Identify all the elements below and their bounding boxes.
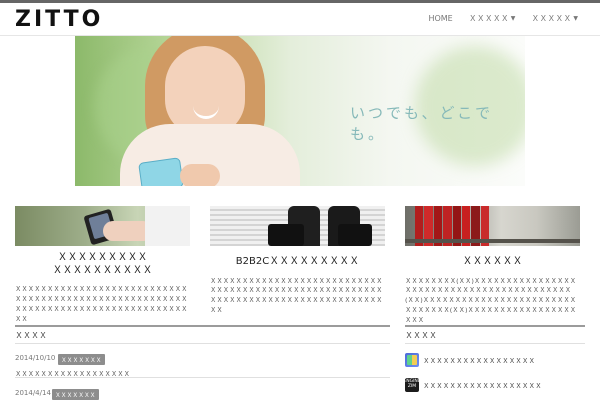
link-item[interactable]: ENGINE ZIM ＸＸＸＸＸＸＸＸＸＸＸＸＸＸＸＸＸＸ [405, 378, 542, 392]
app-icon [405, 353, 419, 367]
news-section-rule [15, 325, 390, 327]
news-category-badge: ＸＸＸＸＸＸＸ [58, 354, 105, 365]
feature-column-3: ＸＸＸＸＸＸ ＸＸＸＸＸＸＸＸ(ＸＸ)ＸＸＸＸＸＸＸＸＸＸＸＸＸＸＸＸＸＸＸＸＸ… [405, 206, 580, 326]
smartphone-icon [138, 157, 184, 186]
feature-3-image [405, 206, 580, 246]
feature-1-body: ＸＸＸＸＸＸＸＸＸＸＸＸＸＸＸＸＸＸＸＸＸＸＸＸＸＸＸＸＸＸＸＸＸＸＸＸＸＸＸＸ… [15, 285, 188, 323]
news-category-badge: ＸＸＸＸＸＸＸ [52, 389, 99, 400]
link-item[interactable]: ＸＸＸＸＸＸＸＸＸＸＸＸＸＸＸＸＸ [405, 353, 535, 367]
briefcase-icon [338, 224, 372, 246]
news-date: 2014/10/10 [15, 354, 56, 362]
feature-column-1: ＸＸＸＸＸＸＸＸＸ ＸＸＸＸＸＸＸＸＸＸ ＸＸＸＸＸＸＸＸＸＸＸＸＸＸＸＸＸＸＸ… [15, 206, 190, 325]
feature-1-image [15, 206, 190, 246]
site-logo[interactable]: ZITTO [15, 7, 103, 32]
chevron-down-icon: ▼ [573, 15, 578, 22]
hero-caption: いつでも、どこでも。 [350, 104, 494, 143]
news-divider [15, 377, 390, 378]
news-divider [15, 343, 390, 344]
feature-3-body: ＸＸＸＸＸＸＸＸ(ＸＸ)ＸＸＸＸＸＸＸＸＸＸＸＸＸＸＸＸＸＸＸＸＸＸＸＸＸＸＸＸ… [405, 276, 577, 325]
sleeve-image [145, 206, 190, 246]
site-header: ZITTO HOME ＸＸＸＸＸ ▼ ＸＸＸＸＸ ▼ [0, 3, 600, 36]
link-item-label: ＸＸＸＸＸＸＸＸＸＸＸＸＸＸＸＸＸ [423, 357, 536, 365]
nav-menu-2-label: ＸＸＸＸＸ [531, 14, 572, 23]
hand-image [180, 164, 220, 186]
main-nav: HOME ＸＸＸＸＸ ▼ ＸＸＸＸＸ ▼ [428, 13, 578, 24]
feature-2-title: B2B2CＸＸＸＸＸＸＸＸＸ [235, 256, 360, 267]
feature-3-title: ＸＸＸＸＸＸ [462, 256, 523, 267]
feature-2-image [210, 206, 385, 246]
nav-menu-2[interactable]: ＸＸＸＸＸ ▼ [531, 13, 578, 24]
hero-banner: いつでも、どこでも。 [75, 36, 525, 186]
feature-2-body: ＸＸＸＸＸＸＸＸＸＸＸＸＸＸＸＸＸＸＸＸＸＸＸＸＸＸＸＸＸＸＸＸＸＸＸＸＸＸＸＸ… [210, 276, 383, 315]
feature-column-2: B2B2CＸＸＸＸＸＸＸＸＸ ＸＸＸＸＸＸＸＸＸＸＸＸＸＸＸＸＸＸＸＸＸＸＸＸＸ… [210, 206, 385, 316]
chevron-down-icon: ▼ [510, 15, 516, 22]
page: ZITTO HOME ＸＸＸＸＸ ▼ ＸＸＸＸＸ ▼ いつでも、どこでも。 ＸＸ… [0, 0, 600, 400]
links-divider [405, 343, 585, 344]
links-section-rule [405, 325, 585, 327]
hero-model-face [165, 46, 245, 136]
nav-menu-1[interactable]: ＸＸＸＸＸ ▼ [469, 13, 516, 24]
news-date: 2014/4/14 [15, 389, 51, 397]
links-section-title: ＸＸＸＸ [405, 331, 437, 340]
nav-home-label: HOME [428, 14, 453, 23]
bookshelf-image [405, 239, 580, 243]
link-item-label: ＸＸＸＸＸＸＸＸＸＸＸＸＸＸＸＸＸＸ [423, 382, 542, 390]
engine-zim-icon: ENGINE ZIM [405, 378, 419, 392]
feature-1-title: ＸＸＸＸＸＸＸＸＸ ＸＸＸＸＸＸＸＸＸＸ [52, 252, 153, 276]
nav-home[interactable]: HOME [428, 13, 452, 24]
briefcase-icon [268, 224, 304, 246]
news-section-title: ＸＸＸＸ [15, 331, 47, 340]
nav-menu-1-label: ＸＸＸＸＸ [468, 14, 509, 23]
